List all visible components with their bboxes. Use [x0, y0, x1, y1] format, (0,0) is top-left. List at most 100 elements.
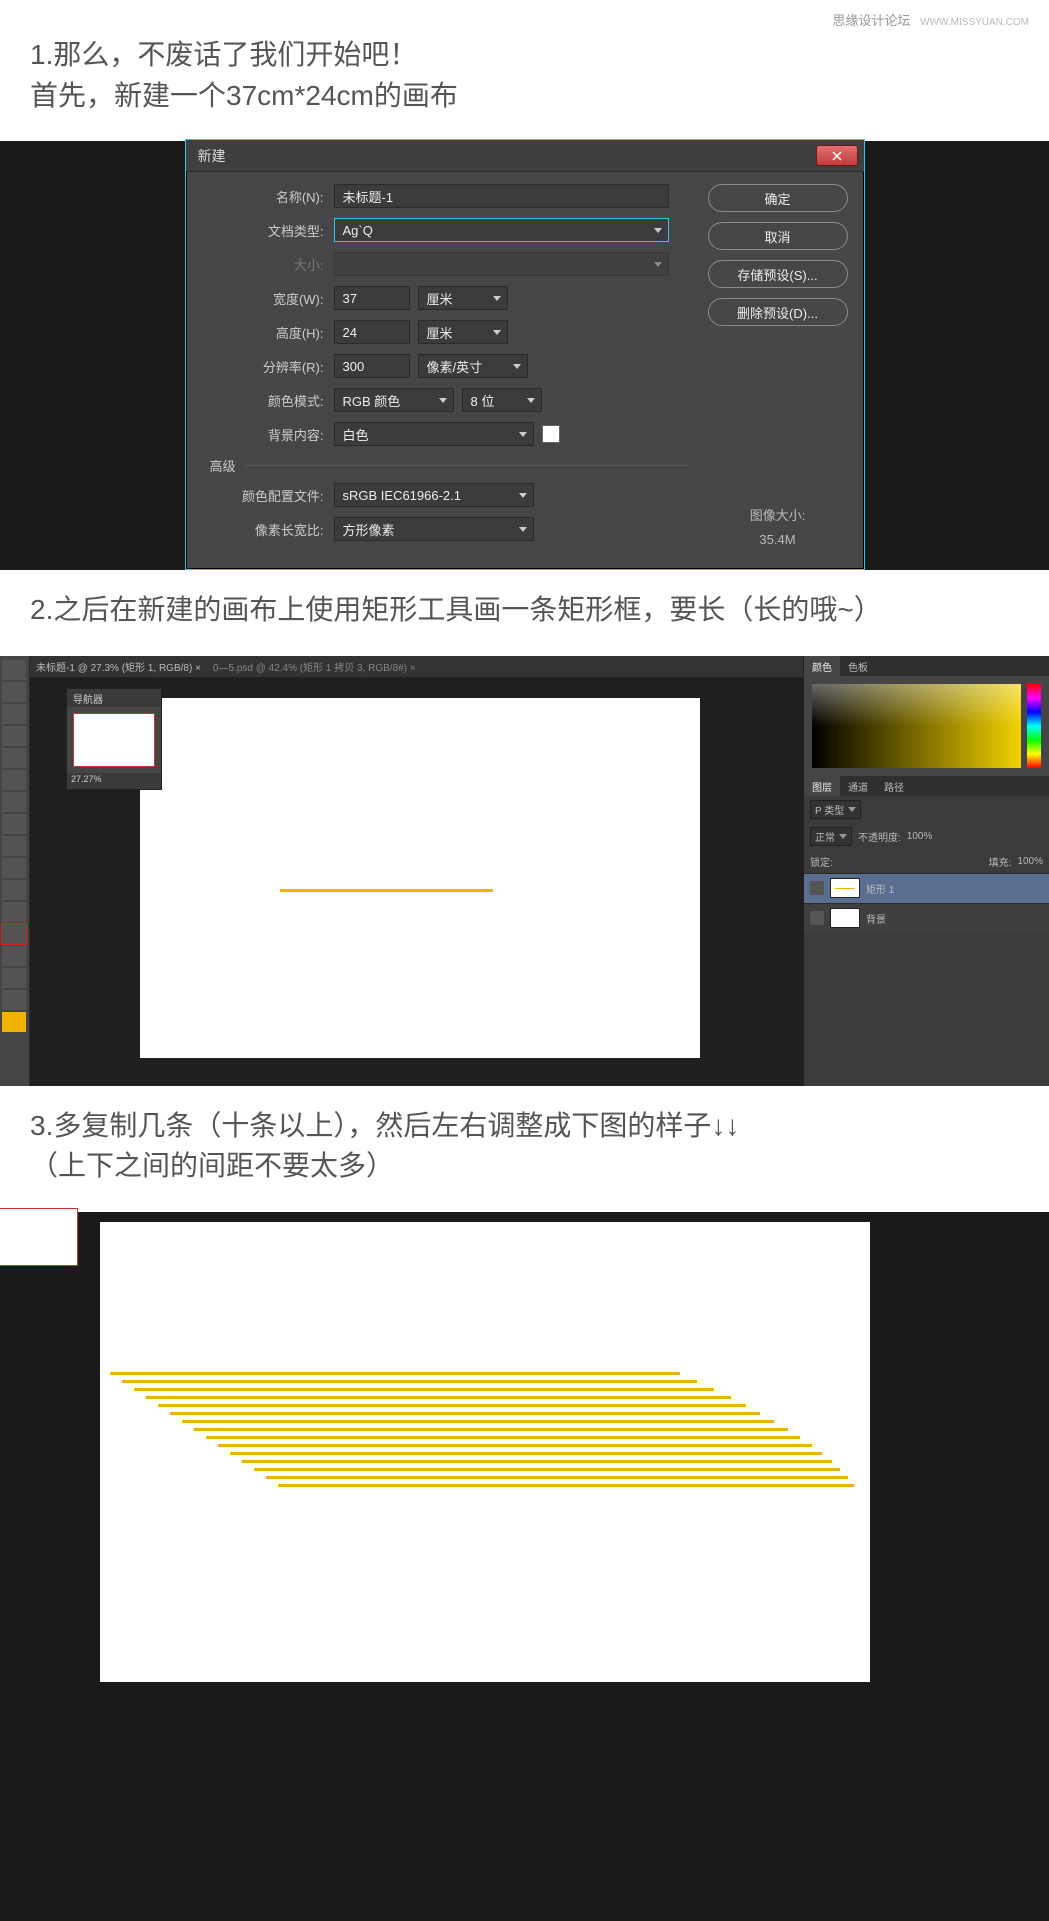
chevron-down-icon: [493, 330, 501, 335]
blendmode-value: 正常: [815, 829, 835, 844]
tool-icon[interactable]: [2, 748, 26, 768]
delete-preset-label: 删除预设(D)...: [737, 303, 818, 322]
document-tab[interactable]: 未标题-1 @ 27.3% (矩形 1, RGB/8) ×: [36, 659, 201, 674]
tab-layers[interactable]: 图层: [804, 776, 840, 796]
layer-thumbnail: [830, 908, 860, 928]
tab-paths[interactable]: 路径: [876, 776, 912, 796]
pixelratio-select[interactable]: 方形像素: [334, 517, 534, 541]
document-tab[interactable]: 0—5.psd @ 42.4% (矩形 1 拷贝 3, RGB/8#) ×: [213, 659, 416, 674]
document-tabbar: 未标题-1 @ 27.3% (矩形 1, RGB/8) × 0—5.psd @ …: [30, 656, 803, 678]
save-preset-label: 存储预设(S)...: [737, 265, 817, 284]
divider: [244, 465, 690, 466]
image-size-readout: 图像大小: 35.4M: [708, 486, 848, 551]
colormode-select[interactable]: RGB 颜色: [334, 388, 454, 412]
pixelratio-value: 方形像素: [343, 520, 395, 539]
tool-icon[interactable]: [2, 770, 26, 790]
width-unit-select[interactable]: 厘米: [418, 286, 508, 310]
chevron-down-icon: [519, 432, 527, 437]
color-picker-panel[interactable]: [804, 676, 1049, 776]
doctype-select[interactable]: Ag`Q: [334, 218, 669, 242]
profile-select[interactable]: sRGB IEC61966-2.1: [334, 483, 534, 507]
opacity-value: 100%: [907, 831, 933, 842]
tool-icon[interactable]: [2, 902, 26, 922]
resolution-input[interactable]: 300: [334, 354, 410, 378]
bgcontent-select[interactable]: 白色: [334, 422, 534, 446]
name-input[interactable]: 未标题-1: [334, 184, 669, 208]
tool-icon[interactable]: [2, 968, 26, 988]
width-input[interactable]: 37: [334, 286, 410, 310]
tool-icon[interactable]: [2, 704, 26, 724]
tool-icon[interactable]: [2, 836, 26, 856]
color-field[interactable]: [812, 684, 1021, 768]
tool-icon[interactable]: [2, 880, 26, 900]
chevron-down-icon: [519, 527, 527, 532]
tool-icon[interactable]: [2, 792, 26, 812]
color-panel-tabs: 颜色 色板: [804, 656, 1049, 676]
delete-preset-button[interactable]: 删除预设(D)...: [708, 298, 848, 326]
resolution-value: 300: [343, 359, 365, 374]
chevron-down-icon: [654, 228, 662, 233]
layers-panel-tabs: 图层 通道 路径: [804, 776, 1049, 796]
close-icon: [832, 151, 842, 161]
ok-button[interactable]: 确定: [708, 184, 848, 212]
tab-channels[interactable]: 通道: [840, 776, 876, 796]
doctype-label: 文档类型:: [202, 221, 334, 240]
size-label: 大小:: [202, 255, 334, 274]
foreground-color-swatch[interactable]: [2, 1012, 26, 1032]
tool-icon[interactable]: [2, 858, 26, 878]
step3-text: 3.多复制几条（十条以上），然后左右调整成下图的样子↓↓ （上下之间的间距不要太…: [0, 1086, 1049, 1212]
tool-icon[interactable]: [2, 682, 26, 702]
chevron-down-icon: [839, 834, 847, 839]
watermark-text: 思缘设计论坛: [832, 13, 910, 28]
tab-swatches[interactable]: 色板: [840, 656, 876, 676]
canvas: [100, 1222, 870, 1682]
chevron-down-icon: [513, 364, 521, 369]
height-input[interactable]: 24: [334, 320, 410, 344]
right-panels: 颜色 色板 图层 通道 路径 P 类型 正常: [803, 656, 1049, 1086]
bitdepth-select[interactable]: 8 位: [462, 388, 542, 412]
rectangle-tool-icon[interactable]: [2, 924, 26, 944]
rectangle-shape: [280, 889, 493, 892]
cancel-button[interactable]: 取消: [708, 222, 848, 250]
tab-color[interactable]: 颜色: [804, 656, 840, 676]
tool-icon[interactable]: [2, 946, 26, 966]
canvas[interactable]: [140, 698, 700, 1058]
save-preset-button[interactable]: 存储预设(S)...: [708, 260, 848, 288]
name-value: 未标题-1: [343, 187, 394, 206]
image-size-value: 35.4M: [708, 528, 848, 551]
layer-filter-select[interactable]: P 类型: [810, 800, 861, 819]
visibility-icon[interactable]: [810, 911, 824, 925]
tool-icon[interactable]: [2, 726, 26, 746]
navigator-thumbnail[interactable]: [73, 713, 155, 767]
chevron-down-icon: [848, 807, 856, 812]
step3-line2: （上下之间的间距不要太多）: [30, 1146, 1019, 1187]
navigator-panel[interactable]: 导航器 27.27%: [66, 688, 162, 790]
navigator-zoom: 27.27%: [67, 773, 161, 789]
layer-row[interactable]: 背景: [804, 903, 1049, 933]
height-label: 高度(H):: [202, 323, 334, 342]
tool-icon[interactable]: [2, 660, 26, 680]
navigator-thumbnail: [0, 1208, 78, 1266]
step3-line1: 3.多复制几条（十条以上），然后左右调整成下图的样子↓↓: [30, 1106, 1019, 1147]
tool-icon[interactable]: [2, 814, 26, 834]
tool-icon[interactable]: [2, 990, 26, 1010]
profile-label: 颜色配置文件:: [202, 486, 334, 505]
bgcolor-swatch[interactable]: [542, 425, 560, 443]
resolution-unit: 像素/英寸: [427, 357, 483, 376]
chevron-down-icon: [527, 398, 535, 403]
chevron-down-icon: [519, 493, 527, 498]
layer-row[interactable]: 矩形 1: [804, 873, 1049, 903]
width-label: 宽度(W):: [202, 289, 334, 308]
resolution-unit-select[interactable]: 像素/英寸: [418, 354, 528, 378]
height-unit-select[interactable]: 厘米: [418, 320, 508, 344]
visibility-icon[interactable]: [810, 881, 824, 895]
blendmode-select[interactable]: 正常: [810, 827, 852, 846]
ok-label: 确定: [764, 189, 790, 208]
layer-name: 矩形 1: [866, 881, 894, 896]
hue-slider[interactable]: [1027, 684, 1041, 768]
dialog-title: 新建: [198, 146, 816, 166]
step2-line: 2.之后在新建的画布上使用矩形工具画一条矩形框，要长（长的哦~）: [30, 594, 882, 625]
layer-filter-label: P 类型: [815, 802, 844, 817]
close-button[interactable]: [816, 145, 858, 166]
cancel-label: 取消: [764, 227, 790, 246]
